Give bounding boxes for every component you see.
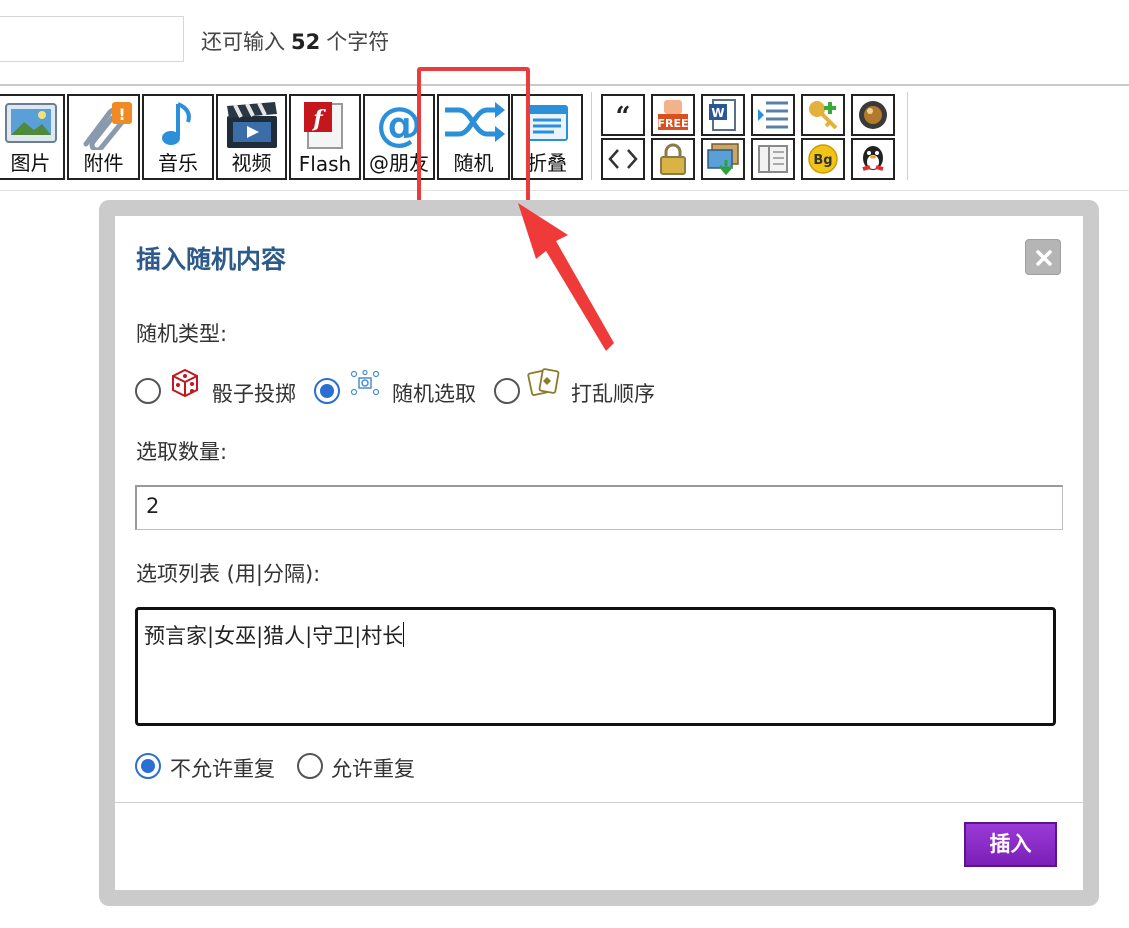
- toolbar-image-download-button[interactable]: [701, 138, 745, 180]
- no-repeat-label: 不允许重复: [170, 757, 275, 781]
- toolbar-top-divider: [0, 84, 1129, 86]
- random-type-pick-label: 随机选取: [392, 382, 476, 406]
- toolbar-video-label: 视频: [231, 151, 272, 175]
- toolbar-music-label: 音乐: [158, 151, 198, 175]
- char-counter-prefix: 还可输入: [201, 30, 285, 54]
- toolbar-free-button[interactable]: FREE: [651, 94, 695, 136]
- radio-random-pick[interactable]: [314, 378, 340, 404]
- image-download-icon: [707, 143, 739, 176]
- options-text: 预言家|女巫|猎人|守卫|村长: [144, 624, 404, 648]
- allow-repeat-label: 允许重复: [331, 757, 415, 781]
- svg-text:!: !: [118, 105, 125, 124]
- toolbar-bg-button[interactable]: Bg: [801, 138, 845, 180]
- quote-icon: “: [616, 105, 631, 125]
- bg-color-icon: Bg: [808, 144, 838, 174]
- toolbar-list-button[interactable]: [751, 94, 795, 136]
- toolbar-flash-button[interactable]: f Flash: [289, 94, 361, 180]
- toolbar-end-separator: [907, 92, 908, 180]
- radio-allow-repeat[interactable]: [297, 753, 323, 779]
- radio-no-repeat[interactable]: [135, 753, 161, 779]
- dialog-title: 插入随机内容: [136, 245, 287, 274]
- toolbar-lock-button[interactable]: [651, 138, 695, 180]
- subject-input[interactable]: [0, 16, 184, 62]
- random-type-label: 随机类型:: [136, 322, 228, 346]
- music-note-icon: [162, 102, 191, 145]
- svg-text:Bg: Bg: [813, 153, 832, 168]
- random-type-shuffle-label: 打乱顺序: [571, 382, 655, 406]
- insert-button[interactable]: 插入: [964, 822, 1057, 867]
- annotation-highlight-box: [417, 67, 530, 204]
- collapse-icon: [526, 105, 568, 141]
- paperclip-icon: !: [83, 102, 132, 150]
- toolbar-sphere-button[interactable]: [851, 94, 895, 136]
- free-tag-icon: FREE: [657, 100, 689, 130]
- toolbar-bottom-divider: [0, 190, 1129, 191]
- sphere-icon: [859, 101, 887, 129]
- svg-text:W: W: [711, 106, 724, 120]
- radio-dice[interactable]: [135, 378, 161, 404]
- flash-icon: f: [304, 102, 343, 149]
- toolbar-word-button[interactable]: W: [701, 94, 745, 136]
- toolbar-flash-label: Flash: [298, 152, 352, 176]
- char-counter: 还可输入 52 个字符: [201, 26, 389, 56]
- toolbar-image-label: 图片: [10, 151, 51, 175]
- options-textarea[interactable]: 预言家|女巫|猎人|守卫|村长: [135, 607, 1056, 726]
- toolbar-separator: [591, 92, 592, 180]
- char-counter-suffix: 个字符: [326, 30, 390, 54]
- radio-shuffle-order[interactable]: [494, 378, 520, 404]
- random-type-dice-label: 骰子投掷: [212, 382, 296, 406]
- qq-penguin-icon: [862, 146, 884, 171]
- dialog-footer-divider: [115, 802, 1083, 803]
- close-icon: [1036, 250, 1052, 266]
- toolbar-quote-button[interactable]: “: [601, 94, 645, 136]
- random-pick-icon: [350, 370, 380, 396]
- code-icon: [608, 149, 638, 169]
- count-label: 选取数量:: [136, 440, 228, 464]
- toolbar-attachment-button[interactable]: ! 附件: [67, 94, 140, 180]
- list-indent-icon: [758, 101, 788, 129]
- svg-text:@: @: [376, 100, 422, 150]
- columns-icon: [758, 145, 788, 173]
- image-icon: [4, 103, 57, 143]
- word-doc-icon: W: [709, 99, 736, 131]
- annotation-arrow-icon: [518, 203, 614, 351]
- toolbar-image-button[interactable]: 图片: [0, 94, 65, 180]
- svg-text:“: “: [616, 105, 631, 125]
- char-counter-count: 52: [291, 30, 321, 54]
- lock-icon: [660, 143, 686, 175]
- dialog-close-button[interactable]: [1025, 239, 1061, 275]
- toolbar-qq-button[interactable]: [851, 138, 895, 180]
- options-label: 选项列表 (用|分隔):: [136, 562, 321, 586]
- toolbar-attachment-label: 附件: [83, 151, 124, 175]
- count-input[interactable]: 2: [135, 485, 1063, 530]
- toolbar-columns-button[interactable]: [751, 138, 795, 180]
- cards-shuffle-icon: [527, 368, 560, 396]
- text-caret: [403, 622, 405, 647]
- toolbar-music-button[interactable]: 音乐: [142, 94, 214, 180]
- key-add-icon: [809, 101, 838, 130]
- svg-text:FREE: FREE: [657, 117, 688, 130]
- toolbar-video-button[interactable]: 视频: [216, 94, 287, 180]
- clapperboard-icon: [226, 102, 277, 148]
- toolbar-key-button[interactable]: [801, 94, 845, 136]
- dice-icon: [172, 368, 198, 398]
- toolbar-code-button[interactable]: [601, 138, 645, 180]
